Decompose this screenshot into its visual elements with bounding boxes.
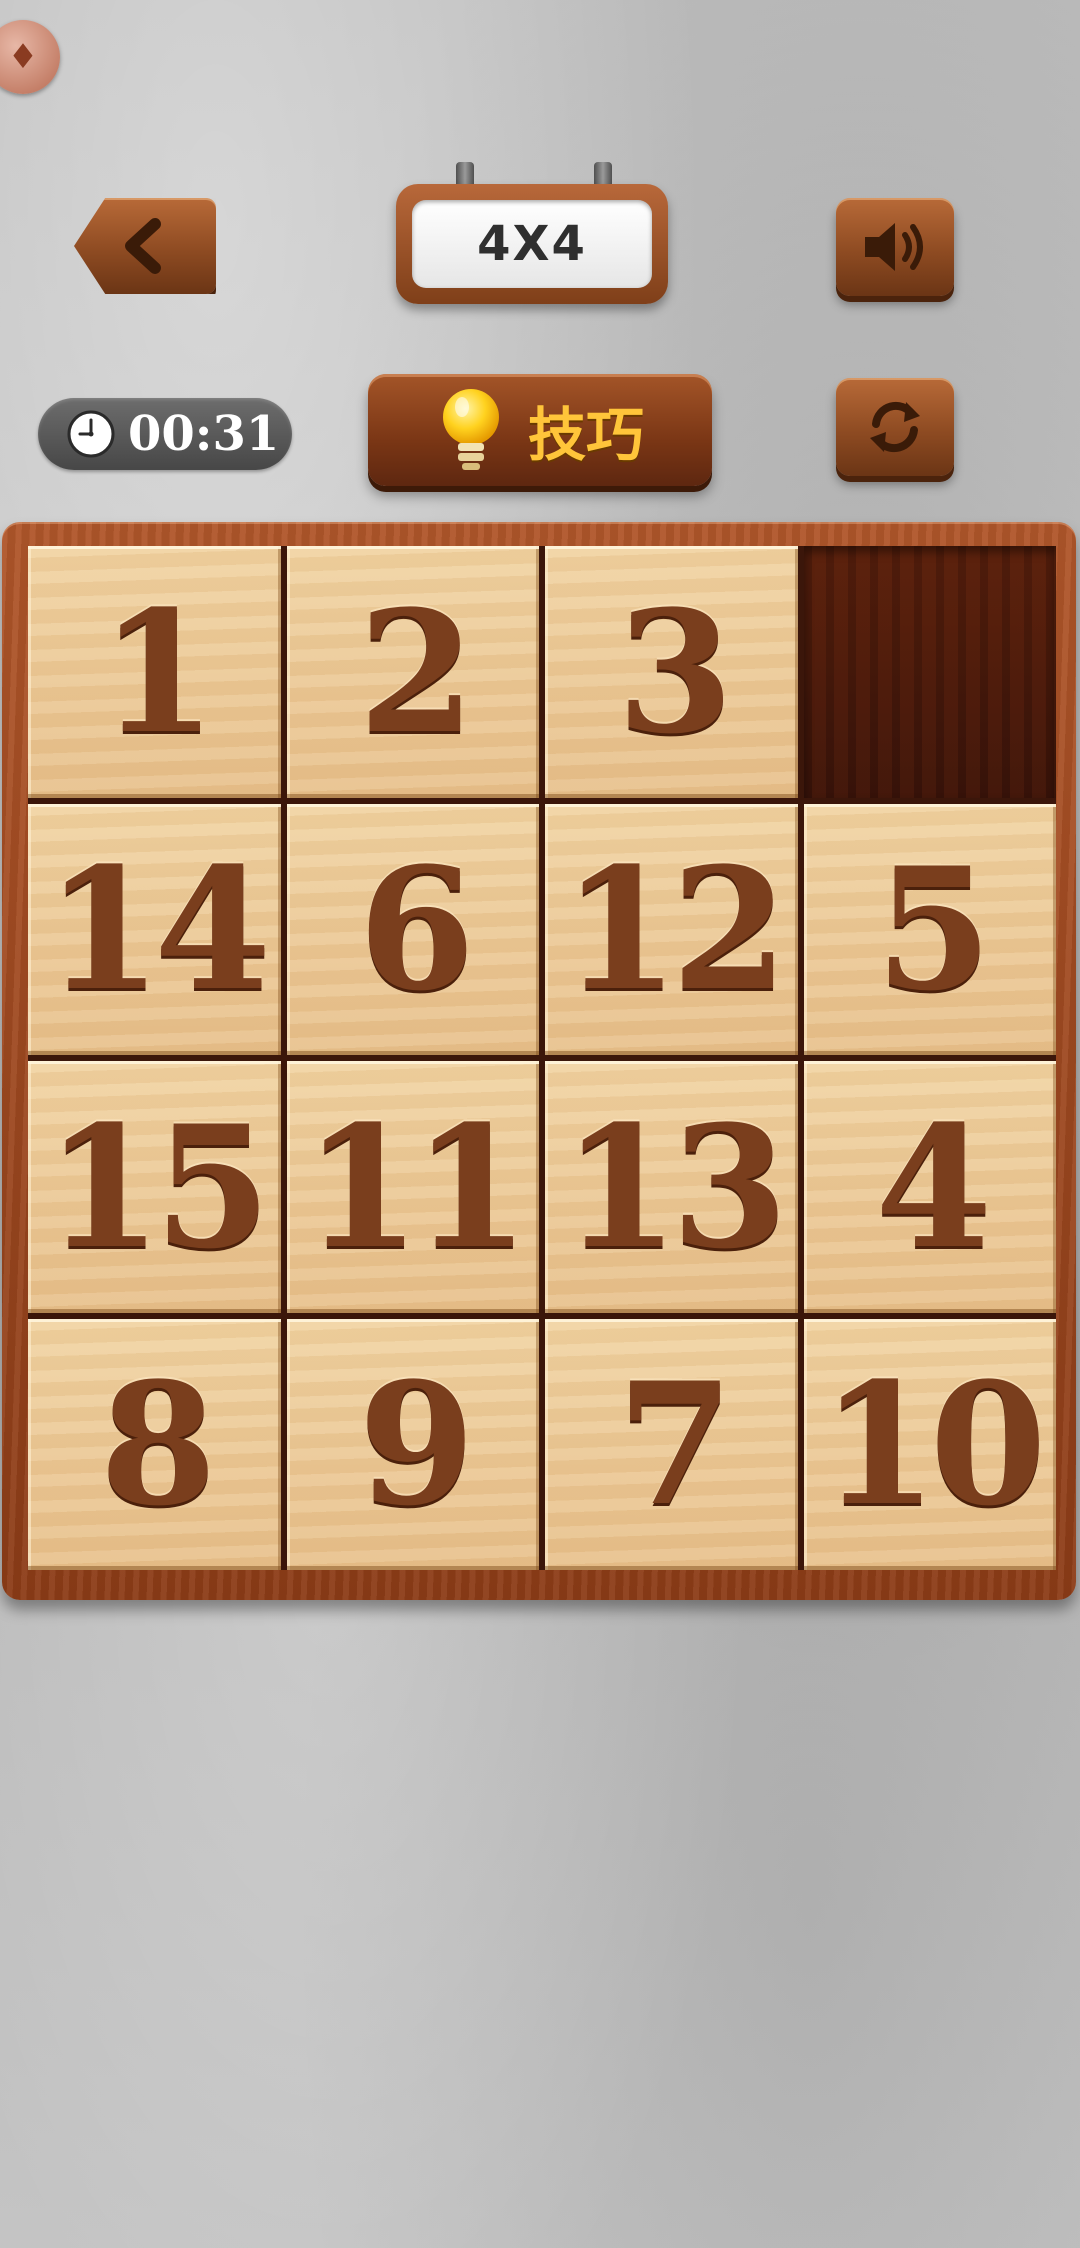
tile[interactable]: 9 [286,1318,539,1570]
tile-number: 8 [99,1345,217,1544]
tile[interactable]: 10 [803,1318,1056,1570]
tile[interactable]: 15 [28,1061,281,1313]
back-button[interactable] [74,198,216,294]
tile[interactable]: 8 [28,1318,281,1570]
timer: 00:31 [38,398,292,470]
clock-icon [66,409,116,459]
speaker-icon [859,217,931,277]
tile-number: 1 [99,572,217,771]
tile[interactable]: 1 [28,546,281,798]
tile-number: 3 [616,572,734,771]
tips-button[interactable]: 技巧 [368,374,712,486]
tile-number: 12 [562,830,788,1029]
tile-number: 11 [303,1087,530,1286]
tile-grid: 1 2 3 14 6 12 5 15 11 13 4 8 9 7 10 [28,546,1056,1570]
tile-number: 14 [45,830,271,1029]
restart-button[interactable] [836,378,954,476]
tile-number: 6 [358,830,475,1029]
tile[interactable]: 6 [286,803,539,1055]
tile[interactable]: 13 [545,1061,798,1313]
tile-number: 2 [358,572,475,771]
sound-button[interactable] [836,198,954,296]
tips-label: 技巧 [527,401,644,469]
tile[interactable]: 4 [803,1061,1056,1313]
tile-number: 5 [875,830,992,1029]
tile-number: 13 [562,1087,788,1286]
tile[interactable]: 12 [545,803,798,1055]
tile-number: 15 [45,1087,271,1286]
refresh-icon [862,394,928,460]
level-sign: 4X4 [396,184,668,304]
tile[interactable]: 11 [286,1061,539,1313]
tile-number: 4 [875,1087,992,1286]
tile[interactable]: 14 [28,803,281,1055]
tile-number: 7 [616,1345,734,1544]
treasure-chest-icon[interactable]: ♦ [0,20,60,94]
level-label: 4X4 [412,200,652,288]
puzzle-board: 1 2 3 14 6 12 5 15 11 13 4 8 9 7 10 [2,522,1076,1600]
lightbulb-icon [436,385,506,475]
empty-slot [803,546,1056,798]
chevron-left-icon [115,216,175,276]
tile[interactable]: 3 [545,546,798,798]
tile-number: 9 [358,1345,475,1544]
tile[interactable]: 7 [545,1318,798,1570]
timer-value: 00:31 [128,406,280,462]
tile[interactable]: 2 [286,546,539,798]
tile[interactable]: 5 [803,803,1056,1055]
tile-number: 10 [820,1345,1047,1544]
